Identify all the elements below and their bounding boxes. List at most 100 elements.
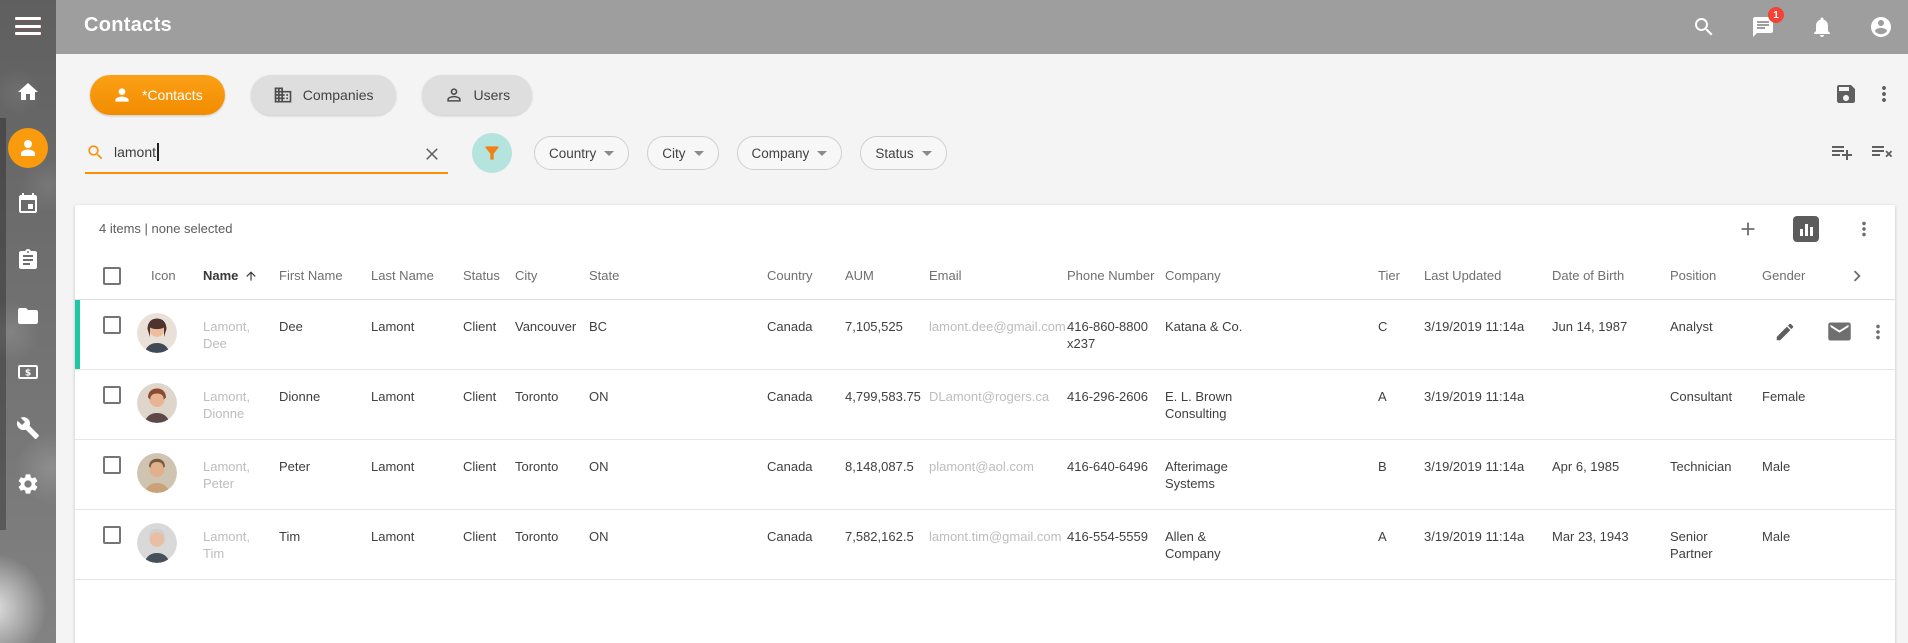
table-row[interactable]: Lamont, Dionne Dionne Lamont Client Toro… xyxy=(75,370,1895,440)
col-email[interactable]: Email xyxy=(913,268,1051,283)
cell-last-updated: 3/19/2019 11:14a xyxy=(1408,510,1536,545)
home-icon xyxy=(16,80,40,104)
col-status[interactable]: Status xyxy=(447,268,499,283)
notifications-icon[interactable] xyxy=(1809,14,1835,40)
sidebar-item-tools[interactable] xyxy=(8,408,48,448)
search-value: lamont xyxy=(114,144,156,160)
col-date-of-birth[interactable]: Date of Birth xyxy=(1536,268,1654,283)
sidebar-item-billing[interactable]: $ xyxy=(8,352,48,392)
cell-company: Allen & Company xyxy=(1149,510,1362,562)
select-all-checkbox[interactable] xyxy=(103,267,121,285)
cell-first-name: Dee xyxy=(263,300,355,335)
sidebar-item-contacts[interactable] xyxy=(8,128,48,168)
cell-last-updated: 3/19/2019 11:14a xyxy=(1408,370,1536,405)
building-icon xyxy=(273,85,293,105)
col-tier[interactable]: Tier xyxy=(1362,268,1408,283)
more-vert-icon[interactable] xyxy=(1870,80,1898,108)
cell-phone: 416-640-6496 xyxy=(1051,440,1149,475)
chat-icon[interactable]: 1 xyxy=(1750,14,1776,40)
col-name[interactable]: Name xyxy=(187,268,263,283)
col-last-updated[interactable]: Last Updated xyxy=(1408,268,1536,283)
selection-summary: 4 items | none selected xyxy=(99,221,232,236)
sidebar-item-documents[interactable] xyxy=(8,296,48,336)
col-city[interactable]: City xyxy=(499,268,573,283)
col-aum[interactable]: AUM xyxy=(829,268,913,283)
cell-gender xyxy=(1746,300,1818,318)
col-country[interactable]: Country xyxy=(751,268,829,283)
scroll-columns-right-icon[interactable] xyxy=(1846,265,1868,287)
menu-icon[interactable] xyxy=(15,17,41,37)
cell-phone: 416-554-5559 xyxy=(1051,510,1149,545)
cell-first-name: Dionne xyxy=(263,370,355,405)
gear-icon xyxy=(16,472,40,496)
row-checkbox[interactable] xyxy=(103,526,121,544)
tab-contacts[interactable]: *Contacts xyxy=(90,75,225,115)
table-row[interactable]: Lamont, Peter Peter Lamont Client Toront… xyxy=(75,440,1895,510)
chart-view-icon[interactable] xyxy=(1793,216,1819,242)
cell-date-of-birth xyxy=(1536,370,1654,388)
table-more-vert-icon[interactable] xyxy=(1853,218,1875,240)
col-company[interactable]: Company xyxy=(1149,268,1362,283)
col-phone[interactable]: Phone Number xyxy=(1051,268,1149,283)
chevron-down-icon xyxy=(604,151,614,156)
filter-country[interactable]: Country xyxy=(534,136,629,170)
cell-company: Afterimage Systems xyxy=(1149,440,1362,492)
app-bar-actions: 1 xyxy=(1691,0,1894,54)
cell-company: Katana & Co. xyxy=(1149,300,1362,335)
save-icon[interactable] xyxy=(1832,80,1860,108)
col-last-name[interactable]: Last Name xyxy=(355,268,447,283)
clipboard-icon xyxy=(16,248,40,272)
filter-label: City xyxy=(662,146,685,161)
tab-companies[interactable]: Companies xyxy=(251,75,396,115)
filter-label: Country xyxy=(549,146,596,161)
cell-last-updated: 3/19/2019 11:14a xyxy=(1408,300,1536,335)
filter-label: Company xyxy=(752,146,810,161)
filter-status[interactable]: Status xyxy=(860,136,946,170)
phone-text: 416-860-8800 x237 xyxy=(1067,318,1162,352)
table-row[interactable]: Lamont, Dee Dee Lamont Client Vancouver … xyxy=(75,300,1895,370)
filter-city[interactable]: City xyxy=(647,136,718,170)
playlist-remove-icon[interactable] xyxy=(1870,140,1896,166)
add-contact-icon[interactable] xyxy=(1737,218,1759,240)
sidebar-item-home[interactable] xyxy=(8,72,48,112)
cell-country: Canada xyxy=(751,300,829,335)
text-caret xyxy=(157,143,159,161)
cell-date-of-birth: Mar 23, 1943 xyxy=(1536,510,1654,545)
col-state[interactable]: State xyxy=(573,268,751,283)
account-icon[interactable] xyxy=(1868,14,1894,40)
main-content: *Contacts Companies Users lamont xyxy=(56,54,1908,643)
search-input[interactable]: lamont xyxy=(85,132,448,174)
email-icon[interactable] xyxy=(1826,318,1867,350)
sidebar-item-tasks[interactable] xyxy=(8,240,48,280)
search-icon[interactable] xyxy=(1691,14,1717,40)
cell-email: lamont.tim@gmail.com xyxy=(913,510,1051,545)
row-checkbox[interactable] xyxy=(103,386,121,404)
clear-search-icon[interactable] xyxy=(422,143,442,163)
avatar xyxy=(137,453,177,493)
row-checkbox[interactable] xyxy=(103,456,121,474)
table-row[interactable]: Lamont, Tim Tim Lamont Client Toronto ON… xyxy=(75,510,1895,580)
phone-text: 416-296-2606 xyxy=(1067,388,1162,405)
cell-email: plamont@aol.com xyxy=(913,440,1051,475)
filter-company[interactable]: Company xyxy=(737,136,843,170)
cell-position: Technician xyxy=(1654,440,1746,475)
sidebar-item-settings[interactable] xyxy=(8,464,48,504)
col-gender[interactable]: Gender xyxy=(1746,268,1818,283)
tab-users[interactable]: Users xyxy=(422,75,533,115)
sidebar: $ xyxy=(0,0,56,643)
edit-icon[interactable] xyxy=(1774,321,1826,348)
sidebar-item-calendar[interactable] xyxy=(8,184,48,224)
col-label: Name xyxy=(203,268,238,283)
row-checkbox[interactable] xyxy=(103,316,121,334)
filter-button[interactable] xyxy=(472,133,512,173)
row-more-vert-icon[interactable] xyxy=(1867,321,1889,348)
col-position[interactable]: Position xyxy=(1654,268,1746,283)
cell-state: ON xyxy=(573,370,751,405)
playlist-add-icon[interactable] xyxy=(1830,140,1856,166)
cell-last-updated: 3/19/2019 11:14a xyxy=(1408,440,1536,475)
col-icon[interactable]: Icon xyxy=(135,268,187,283)
calendar-icon xyxy=(16,192,40,216)
col-first-name[interactable]: First Name xyxy=(263,268,355,283)
cell-name: Lamont, Peter xyxy=(187,440,263,492)
cell-email: lamont.dee@gmail.com xyxy=(913,300,1051,335)
